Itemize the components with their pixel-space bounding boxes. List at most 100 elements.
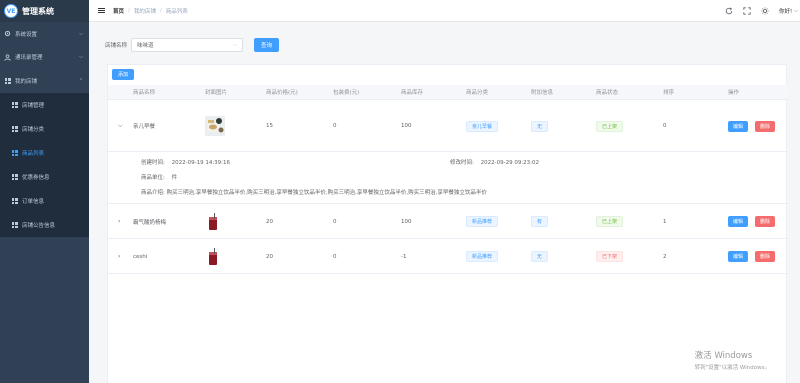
category-tag-cell: 亲儿早餐	[466, 101, 499, 151]
sidebar-item-label: 订单信息	[22, 199, 45, 205]
product-name: ceshi	[133, 253, 148, 260]
header-status: 商品状态	[596, 90, 619, 96]
select-value: 味味道	[137, 43, 154, 49]
hamburger-icon[interactable]	[98, 7, 105, 14]
intro-value: 购买三明治,享早餐独立饮品半价,购买三明治,享早餐独立饮品半价,购买三明治,享早…	[166, 190, 487, 196]
main-content: 店铺名称 味味道 ⌵ 查询 添加 商品名称 封面图片 商品价格(元) 包装费(元…	[89, 22, 800, 383]
chevron-down-icon: ⌵	[79, 30, 83, 37]
shop-name-label: 店铺名称	[105, 43, 128, 49]
product-sort: 0	[663, 123, 667, 129]
breadcrumb-my-shop[interactable]: 我的店铺	[134, 7, 156, 15]
chevron-down-icon: ⌵	[79, 54, 83, 60]
edit-button[interactable]: 编辑	[728, 251, 749, 262]
product-packing: 0	[333, 253, 337, 260]
header-name: 商品名称	[133, 90, 156, 96]
product-sort: 1	[663, 218, 667, 225]
breakfast-image	[205, 116, 225, 136]
fullscreen-icon[interactable]	[743, 7, 751, 15]
extra-tag-cell: 有	[531, 205, 549, 238]
product-price: 20	[266, 253, 273, 260]
refresh-icon[interactable]	[725, 7, 733, 15]
header-packing: 包装费(元)	[333, 90, 360, 96]
theme-sun-icon[interactable]	[761, 7, 769, 15]
product-stock: -1	[401, 253, 407, 260]
row-actions: 编辑 删除	[728, 205, 776, 238]
sidebar-item-label: 店铺分类	[22, 127, 45, 133]
delete-button[interactable]: 删除	[755, 216, 776, 227]
product-sort: 2	[663, 253, 667, 260]
chevron-up-icon: ⌃	[78, 78, 83, 84]
sidebar-item-label: 系统设置	[15, 31, 38, 38]
category-tag: 亲儿早餐	[466, 120, 499, 132]
status-tag-cell: 已上架	[596, 205, 624, 238]
status-badge: 已上架	[596, 216, 624, 227]
header-actions: 操作	[728, 90, 740, 96]
sidebar-item-label: 店铺管理	[22, 103, 45, 109]
status-tag-cell: 已下架	[596, 240, 624, 273]
sidebar-item-product-list[interactable]: 商品列表	[0, 141, 89, 165]
extra-tag-cell: 无	[531, 101, 549, 151]
product-name: 亲儿早餐	[133, 124, 156, 130]
sidebar-item-label: 通讯录管理	[15, 55, 43, 61]
created-time: 创建时间: 2022-09-19 14:39:16	[141, 158, 230, 166]
yogurt-drink-image	[205, 246, 225, 267]
extra-tag-cell: 无	[531, 240, 549, 273]
sidebar-item-shop-notice[interactable]: 店铺公告信息	[0, 213, 89, 237]
sidebar-item-system-settings[interactable]: 系统设置 ⌵	[0, 22, 89, 45]
sidebar-item-shop-manage[interactable]: 店铺管理	[0, 93, 89, 117]
sidebar-item-contacts[interactable]: 通讯录管理 ⌵	[0, 45, 89, 69]
grid-icon	[11, 126, 18, 133]
product-stock: 100	[401, 218, 412, 225]
collapse-arrow-icon[interactable]: ⌵	[118, 101, 123, 151]
row-detail-panel: 创建时间: 2022-09-19 14:39:16 修改时间: 2022-09-…	[108, 152, 788, 204]
grid-icon	[11, 222, 18, 229]
sidebar-item-label: 店铺公告信息	[22, 223, 56, 229]
sidebar-item-label: 商品列表	[22, 151, 45, 157]
chevron-down-icon: ⌵	[794, 8, 798, 14]
delete-button[interactable]: 删除	[755, 120, 776, 132]
sidebar-item-shop-category[interactable]: 店铺分类	[0, 117, 89, 141]
expand-arrow-icon[interactable]: ›	[118, 205, 120, 238]
delete-button[interactable]: 删除	[755, 251, 776, 262]
logo-icon: VE	[4, 4, 18, 18]
edit-button[interactable]: 编辑	[728, 216, 749, 227]
table-row: › ceshi 20 0 -1 新品推荐 无 已下架 2 编辑 删除	[108, 240, 788, 274]
header-tools: 你好! ⌵	[725, 0, 798, 22]
sidebar-item-label: 我的店铺	[15, 79, 38, 85]
grid-icon	[11, 198, 18, 205]
watermark-title: 激活 Windows	[694, 351, 753, 361]
header-price: 商品价格(元)	[266, 90, 298, 96]
status-badge: 已下架	[596, 251, 624, 262]
grid-icon	[11, 174, 18, 181]
yogurt-drink-image	[205, 211, 225, 232]
header-category: 商品分类	[466, 90, 489, 96]
unit-label: 商品单位:	[141, 175, 165, 181]
query-button[interactable]: 查询	[254, 38, 280, 52]
table-header: 商品名称 封面图片 商品价格(元) 包装费(元) 商品库存 商品分类 附加信息 …	[108, 85, 788, 100]
table-row: ⌵ 亲儿早餐 15 0 100 亲儿早餐 无 已上架 0 编辑 删除	[108, 101, 788, 152]
product-unit: 商品单位: 件	[141, 173, 177, 181]
sidebar-item-coupons[interactable]: 优惠券信息	[0, 165, 89, 189]
extra-tag: 无	[531, 251, 549, 262]
product-price: 15	[266, 123, 273, 129]
search-bar: 店铺名称 味味道 ⌵ 查询	[105, 38, 280, 52]
sidebar-item-my-shop[interactable]: 我的店铺 ⌃	[0, 69, 89, 93]
breadcrumb-separator: /	[159, 7, 162, 14]
add-button[interactable]: 添加	[112, 69, 135, 80]
edit-button[interactable]: 编辑	[728, 120, 749, 132]
expand-arrow-icon[interactable]: ›	[118, 240, 120, 273]
breadcrumb-home[interactable]: 首页	[113, 7, 124, 15]
status-tag-cell: 已上架	[596, 101, 624, 151]
created-label: 创建时间:	[141, 160, 165, 166]
header-cover: 封面图片	[205, 90, 228, 96]
shop-name-select[interactable]: 味味道 ⌵	[131, 38, 244, 52]
user-menu[interactable]: 你好! ⌵	[779, 7, 798, 15]
created-value: 2022-09-19 14:39:16	[171, 160, 231, 166]
unit-value: 件	[171, 175, 178, 181]
logo-area[interactable]: VE 管理系统	[0, 0, 89, 22]
header-stock: 商品库存	[401, 90, 424, 96]
sidebar-item-orders[interactable]: 订单信息	[0, 189, 89, 213]
grid-icon	[11, 102, 18, 109]
status-badge: 已上架	[596, 120, 624, 132]
product-packing: 0	[333, 218, 337, 225]
